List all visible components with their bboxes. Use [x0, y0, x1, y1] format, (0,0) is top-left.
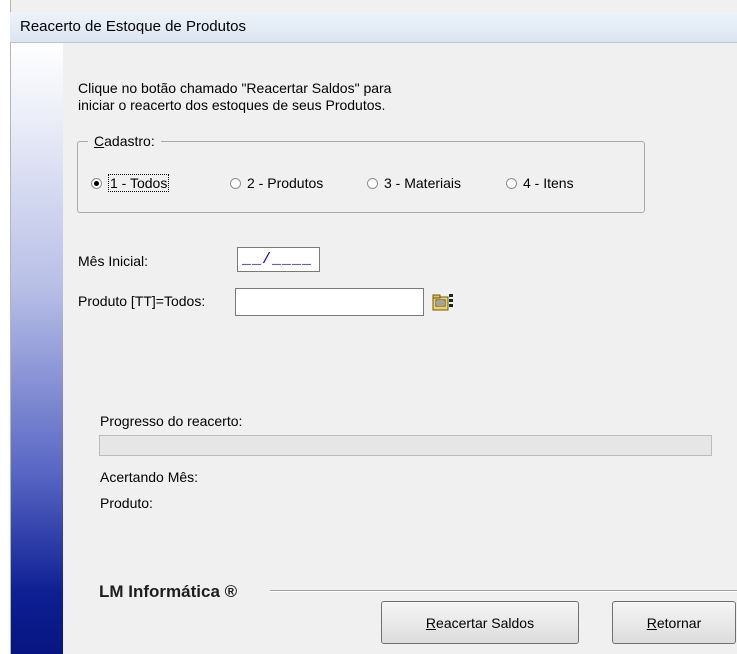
retornar-label: etornar — [656, 614, 702, 631]
radio-itens-label[interactable]: 4 - Itens — [523, 175, 574, 191]
reacerto-window: Reacerto de Estoque de Produtos Clique n… — [0, 0, 737, 654]
cadastro-legend-mnemonic: C — [94, 133, 105, 149]
reacertar-mnemonic: R — [425, 614, 437, 631]
mes-inicial-input[interactable]: __/____ — [237, 247, 320, 272]
radio-produtos[interactable]: 2 - Produtos — [230, 175, 323, 191]
radio-produtos-circle[interactable] — [230, 177, 241, 189]
brand-text: LM Informática ® — [99, 582, 244, 602]
radio-materiais[interactable]: 3 - Materiais — [367, 175, 461, 191]
produto-status-label: Produto: — [100, 495, 153, 511]
intro-line-1: Clique no botão chamado "Reacertar Saldo… — [78, 80, 392, 96]
retornar-mnemonic: R — [646, 614, 657, 631]
cadastro-legend-text: adastro: — [104, 133, 155, 149]
brand-divider — [270, 590, 737, 592]
cadastro-legend: Cadastro: — [88, 133, 161, 149]
radio-materiais-label[interactable]: 3 - Materiais — [384, 175, 461, 191]
folder-search-icon[interactable] — [432, 292, 454, 312]
reacertar-saldos-button[interactable]: Reacertar Saldos — [381, 601, 579, 644]
reacertar-label: eacertar Saldos — [436, 614, 535, 631]
acertando-mes-label: Acertando Mês: — [100, 469, 199, 485]
produto-input[interactable] — [235, 288, 424, 316]
intro-line-2: iniciar o reacerto dos estoques de seus … — [78, 97, 386, 113]
radio-todos-label[interactable]: 1 - Todos — [108, 174, 170, 192]
progress-bar — [99, 435, 712, 456]
radio-todos-circle[interactable] — [91, 177, 102, 189]
side-gradient-panel — [11, 43, 63, 654]
progress-label: Progresso do reacerto: — [100, 413, 243, 429]
intro-text: Clique no botão chamado "Reacertar Saldo… — [78, 80, 391, 114]
retornar-button[interactable]: Retornar — [612, 601, 736, 644]
radio-todos[interactable]: 1 - Todos — [91, 174, 170, 192]
radio-produtos-label[interactable]: 2 - Produtos — [247, 175, 323, 191]
produto-label: Produto [TT]=Todos: — [78, 293, 206, 309]
radio-materiais-circle[interactable] — [367, 177, 378, 189]
radio-itens[interactable]: 4 - Itens — [506, 175, 574, 191]
title-bar: Reacerto de Estoque de Produtos — [10, 12, 737, 43]
window-title: Reacerto de Estoque de Produtos — [20, 18, 246, 35]
window-left-border — [0, 0, 11, 654]
radio-itens-circle[interactable] — [506, 177, 517, 189]
mes-inicial-label: Mês Inicial: — [78, 253, 149, 269]
